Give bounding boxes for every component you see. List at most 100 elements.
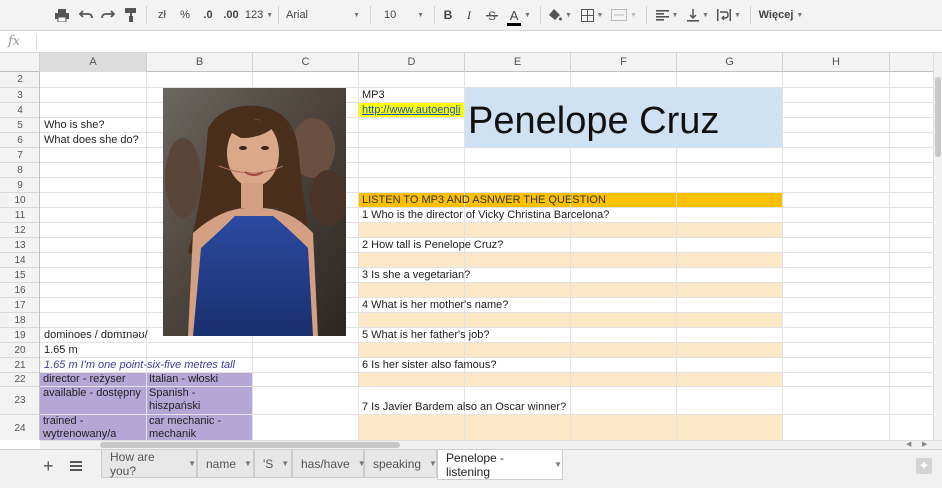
answer-cell-5[interactable] xyxy=(359,343,783,358)
chevron-down-icon: ▼ xyxy=(524,11,531,19)
toolbar: zł % .0 .00 123 ▼ Arial ▼ 10 ▼ B I S A ▼ … xyxy=(0,0,942,31)
row-header[interactable]: 19 xyxy=(0,328,39,343)
cell-a19: dominoes / dɒmɪnəʊ/ xyxy=(44,329,148,341)
row-header[interactable]: 6 xyxy=(0,133,39,148)
answer-cell-6[interactable] xyxy=(359,373,783,387)
sheet-tab-has-have[interactable]: has/have ▼ xyxy=(292,450,366,478)
column-header-c[interactable]: C xyxy=(253,53,359,72)
toolbar-separator xyxy=(646,6,647,24)
undo-icon[interactable] xyxy=(76,4,96,26)
formula-bar: fx xyxy=(0,31,942,53)
answer-cell-7[interactable] xyxy=(359,415,783,440)
mp3-link[interactable]: http://www.autoengli xyxy=(362,104,464,117)
percent-format-button[interactable]: % xyxy=(175,4,195,26)
sheet-tab-penelope-listening[interactable]: Penelope - listening ▼ xyxy=(437,450,563,480)
row-header[interactable]: 14 xyxy=(0,253,39,268)
column-header-i[interactable] xyxy=(890,53,933,72)
toolbar-separator xyxy=(434,6,435,24)
sheet-tab-name[interactable]: name ▼ xyxy=(197,450,254,478)
formula-input[interactable] xyxy=(44,34,924,50)
cell-a5: Who is she? xyxy=(44,119,105,131)
column-header-b[interactable]: B xyxy=(147,53,253,72)
answer-cell-1[interactable] xyxy=(359,223,783,238)
paint-format-icon[interactable] xyxy=(121,4,141,26)
row-header[interactable]: 9 xyxy=(0,178,39,193)
chevron-down-icon: ▼ xyxy=(188,459,196,468)
toolbar-separator xyxy=(278,6,279,24)
fill-color-icon[interactable]: ▼ xyxy=(546,4,574,26)
font-size-dropdown[interactable]: 10 ▼ xyxy=(380,4,430,26)
toolbar-separator xyxy=(540,6,541,24)
sheet-tab-label: speaking xyxy=(373,456,422,471)
question-5: 5 What is her father's job? xyxy=(362,329,490,341)
row-header[interactable]: 20 xyxy=(0,343,39,358)
row-header[interactable]: 5 xyxy=(0,118,39,133)
valign-bottom-icon[interactable]: ▼ xyxy=(684,4,712,26)
row-header[interactable]: 12 xyxy=(0,223,39,238)
text-color-button[interactable]: A ▼ xyxy=(504,4,534,26)
scroll-right-icon[interactable]: ▶ xyxy=(922,440,927,448)
row-header[interactable]: 7 xyxy=(0,148,39,163)
toolbar-separator xyxy=(146,6,147,24)
row-header[interactable]: 24 xyxy=(0,415,39,440)
borders-icon[interactable]: ▼ xyxy=(578,4,606,26)
vertical-scrollbar[interactable] xyxy=(933,53,942,440)
row-header[interactable]: 13 xyxy=(0,238,39,253)
chevron-down-icon: ▼ xyxy=(281,459,290,468)
row-header[interactable]: 2 xyxy=(0,72,39,88)
more-menu-button[interactable]: Więcej ▼ xyxy=(756,4,806,26)
answer-cell-3[interactable] xyxy=(359,283,783,298)
bold-button[interactable]: B xyxy=(439,4,457,26)
row-header[interactable]: 8 xyxy=(0,163,39,178)
sheet-list-icon[interactable] xyxy=(70,460,82,474)
sheet-tab-speaking[interactable]: speaking ▼ xyxy=(364,450,437,478)
currency-format-button[interactable]: zł xyxy=(152,4,172,26)
print-icon[interactable] xyxy=(52,4,72,26)
row-header[interactable]: 11 xyxy=(0,208,39,223)
column-header-g[interactable]: G xyxy=(677,53,783,72)
sheet-tab-label: has/have xyxy=(301,456,350,471)
scroll-left-icon[interactable]: ◀ xyxy=(906,440,911,448)
decrease-decimals-button[interactable]: .0 xyxy=(198,4,218,26)
row-header[interactable]: 18 xyxy=(0,313,39,328)
row-header[interactable]: 21 xyxy=(0,358,39,373)
font-family-dropdown[interactable]: Arial ▼ xyxy=(282,4,366,26)
align-left-icon[interactable]: ▼ xyxy=(653,4,681,26)
row-header[interactable]: 10 xyxy=(0,193,39,208)
increase-decimals-button[interactable]: .00 xyxy=(220,4,242,26)
cell-d10: LISTEN TO MP3 AND ASNWER THE QUESTION xyxy=(362,194,606,206)
sheet-tab-how-are-you[interactable]: How are you? ▼ xyxy=(101,450,197,478)
horizontal-scrollbar[interactable]: ◀ ▶ xyxy=(40,440,942,449)
cell-grid[interactable]: Who is she? What does she do? dominoes /… xyxy=(40,72,933,440)
row-header[interactable]: 23 xyxy=(0,387,39,415)
horizontal-scrollbar-thumb[interactable] xyxy=(100,442,400,448)
question-6: 6 Is her sister also famous? xyxy=(362,359,497,371)
column-header-f[interactable]: F xyxy=(571,53,677,72)
strikethrough-icon[interactable]: S xyxy=(483,4,501,26)
row-header[interactable]: 17 xyxy=(0,298,39,313)
select-all-corner[interactable] xyxy=(0,53,40,72)
row-header[interactable]: 22 xyxy=(0,373,39,387)
explore-icon[interactable]: ✦ xyxy=(916,458,932,474)
merge-icon[interactable]: ▼ xyxy=(610,4,638,26)
sheet-tab-s[interactable]: 'S ▼ xyxy=(254,450,292,478)
redo-icon[interactable] xyxy=(98,4,118,26)
column-header-d[interactable]: D xyxy=(359,53,465,72)
add-sheet-icon[interactable]: + xyxy=(43,456,54,477)
portrait-photo[interactable] xyxy=(163,88,346,336)
number-format-dropdown[interactable]: 123 ▼ xyxy=(243,4,275,26)
column-header-h[interactable]: H xyxy=(783,53,890,72)
vertical-scrollbar-thumb[interactable] xyxy=(935,77,941,157)
cell-b22: Italian - włoski xyxy=(149,373,219,385)
answer-cell-2[interactable] xyxy=(359,253,783,268)
column-header-e[interactable]: E xyxy=(465,53,571,72)
row-header[interactable]: 4 xyxy=(0,103,39,118)
wrap-icon[interactable]: ▼ xyxy=(714,4,744,26)
column-header-a[interactable]: A xyxy=(40,53,147,72)
answer-cell-4[interactable] xyxy=(359,313,783,328)
row-header[interactable]: 16 xyxy=(0,283,39,298)
cell-a21: 1.65 m I'm one point-six-five metres tal… xyxy=(44,359,236,371)
italic-button[interactable]: I xyxy=(460,4,478,26)
row-header[interactable]: 15 xyxy=(0,268,39,283)
row-header[interactable]: 3 xyxy=(0,88,39,103)
